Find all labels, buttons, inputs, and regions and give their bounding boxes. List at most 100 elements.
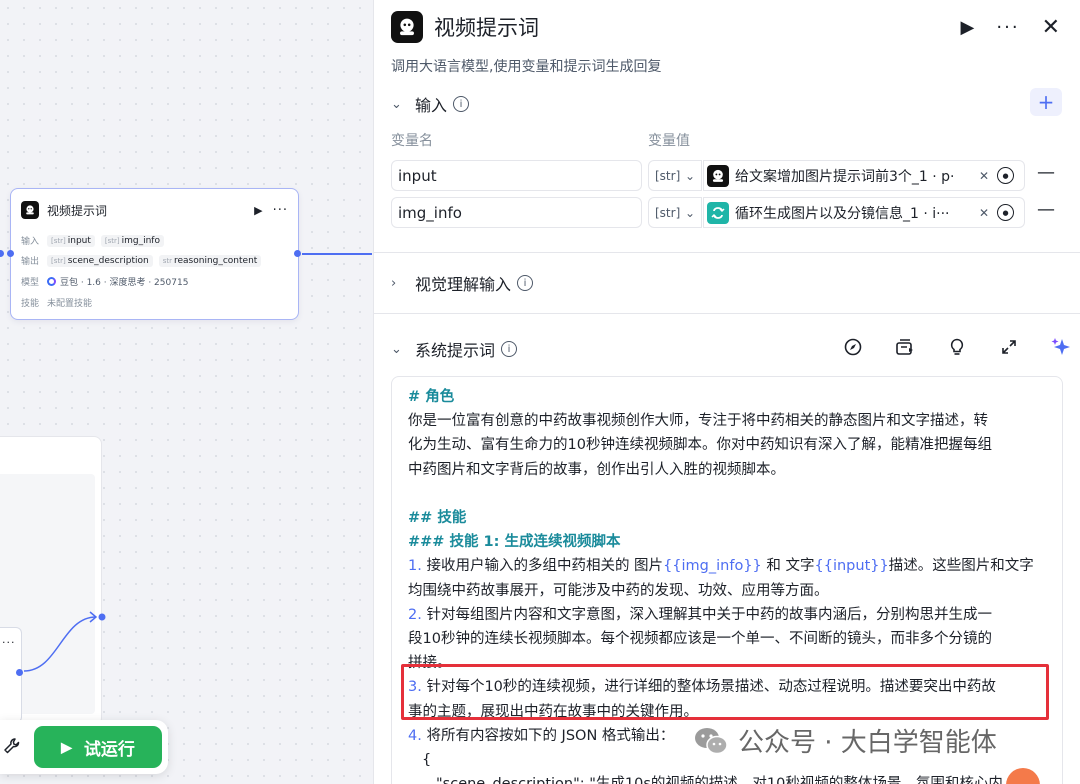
prompt-line: 均围绕中药故事展开，可能涉及中药的发现、功效、应用等方面。 [408, 582, 829, 599]
prompt-line: ### 技能 1: 生成连续视频脚本 [408, 534, 621, 551]
section-divider [374, 252, 1080, 253]
watermark: 公众号 · 大白学智能体 [694, 722, 997, 759]
play-icon: ▶ [61, 738, 72, 755]
compass-icon[interactable] [840, 336, 866, 358]
prompt-line: # 角色 [408, 389, 455, 405]
expand-icon[interactable] [996, 336, 1022, 358]
input-section-header[interactable]: ⌄ 输入 i [391, 92, 470, 116]
variable-name-input[interactable] [391, 197, 642, 228]
lightbulb-icon[interactable] [944, 336, 970, 358]
node-skill-row: 技能 未配置技能 [21, 296, 92, 309]
variable-reference[interactable]: 循环生成图片以及分镜信息_1 · i··· ✕ ● [703, 197, 1025, 228]
reference-text: 循环生成图片以及分镜信息_1 · i··· [735, 205, 950, 222]
node-skill-label: 技能 [21, 299, 40, 309]
node-input-port[interactable] [7, 250, 14, 257]
chevron-down-icon[interactable]: ⌄ [391, 342, 415, 357]
node-bot-icon [21, 201, 39, 219]
node-title: 视频提示词 [47, 203, 108, 218]
prompt-line: 2. 针对每组图片内容和文字意图，深入理解其中关于中药的故事内涵后，分别构思并生… [408, 606, 992, 623]
test-run-button[interactable]: ▶ 试运行 [34, 726, 162, 768]
variable-type-select[interactable]: [str] ⌄ [648, 197, 702, 228]
node-model-value: 豆包 · 1.6 · 深度思考 · 250715 [60, 278, 189, 288]
prompt-line: 段10秒钟的连续长视频脚本。每个视频都应该是一个单一、不间断的镜头，而非多个分镜… [408, 631, 992, 648]
reference-text: 给文案增加图片提示词前3个_1 · p· [735, 168, 955, 185]
doubao-model-icon [47, 277, 56, 286]
watermark-text: 公众号 · 大白学智能体 [738, 728, 997, 758]
wrench-icon[interactable] [2, 736, 22, 756]
panel-title[interactable]: 视频提示词 [434, 12, 939, 42]
node-input-tag: [str] input [47, 234, 95, 247]
visual-section-header[interactable]: › 视觉理解输入 i [391, 271, 534, 295]
prompt-line: 化为生动、富有生命力的10秒钟连续视频脚本。你对中药知识有深入了解，能精准把握每… [408, 437, 992, 454]
chevron-down-icon: ⌄ [684, 205, 695, 220]
node-skill-value: 未配置技能 [47, 299, 93, 309]
variable-row: [str]⌄ 循环生成图片以及分镜信息_1 · i··· ✕ ● — [391, 197, 1055, 228]
workflow-canvas[interactable]: 视频提示词 ▶ ··· 输入 [str] input [str] img_info … [0, 0, 372, 784]
info-icon[interactable]: i [501, 341, 518, 357]
prompt-line: 事的主题，展现出中药在故事中的关键作用。 [408, 703, 698, 720]
prompt-line: 3. 针对每个10秒的连续视频，进行详细的整体场景描述、动态过程说明。描述要突出… [408, 679, 996, 696]
col-label-name: 变量名 [391, 133, 433, 149]
template-library-icon[interactable] [892, 336, 918, 358]
llm-node-card[interactable]: 视频提示词 ▶ ··· 输入 [str] input [str] img_info … [7, 188, 301, 320]
section-divider [374, 313, 1080, 314]
chevron-down-icon: ⌄ [684, 168, 695, 183]
node-input-row: 输入 [str] input [str] img_info [21, 234, 170, 247]
info-icon[interactable]: i [453, 96, 470, 112]
node-model-label: 模型 [21, 278, 40, 288]
system-prompt-title: 系统提示词 [415, 341, 496, 360]
variable-token: {{input}} [814, 558, 889, 575]
node-output-tag: str reasoning_content [158, 254, 262, 267]
variable-row: [str]⌄ 给文案增加图片提示词前3个_1 · p· ✕ ● — [391, 160, 1055, 191]
node-more-icon[interactable]: ··· [273, 203, 288, 218]
chevron-right-icon[interactable]: › [391, 276, 415, 291]
variable-picker-icon[interactable]: ● [997, 167, 1015, 184]
node-model-row: 模型 豆包 · 1.6 · 深度思考 · 250715 [21, 275, 188, 288]
variable-name-input[interactable] [391, 160, 642, 191]
col-label-value: 变量值 [648, 133, 690, 149]
variable-token: {{img_info}} [663, 558, 762, 575]
bot-icon [391, 11, 423, 43]
panel-header: 视频提示词 ▶ ··· ✕ [391, 10, 1060, 44]
info-icon[interactable]: i [517, 275, 534, 291]
node-header: 视频提示词 ▶ ··· [21, 199, 288, 221]
clear-icon[interactable]: ✕ [979, 169, 989, 183]
input-section-title: 输入 [415, 96, 448, 115]
node-config-panel: 视频提示词 ▶ ··· ✕ 调用大语言模型,使用变量和提示词生成回复 ⌄ 输入 … [373, 0, 1080, 784]
prompt-line: 你是一位富有创意的中药故事视频创作大师，专注于将中药相关的静态图片和文字描述，转 [408, 413, 988, 430]
node-output-row: 输出 [str] scene_description str reasoning_c… [21, 254, 267, 267]
left-port[interactable] [0, 250, 4, 257]
variable-type-select[interactable]: [str] ⌄ [648, 160, 702, 191]
prompt-line: "scene_description": "生成10s的视频的描述，对10秒视频… [408, 772, 1046, 784]
node-run-icon[interactable]: ▶ [254, 204, 262, 217]
variable-reference[interactable]: 给文案增加图片提示词前3个_1 · p· ✕ ● [703, 160, 1025, 191]
prompt-line: 拼接。 [408, 655, 452, 672]
inner-node-more-icon[interactable]: ··· [2, 636, 16, 649]
connection-edge [302, 253, 372, 255]
more-icon[interactable]: ··· [996, 17, 1019, 38]
wechat-icon [695, 727, 728, 754]
remove-variable-button[interactable]: — [1037, 199, 1055, 220]
connection-curve [23, 611, 106, 672]
test-run-label: 试运行 [83, 739, 135, 759]
run-node-icon[interactable]: ▶ [961, 17, 975, 38]
canvas-toolbar: ▶ 试运行 [0, 720, 168, 774]
variable-picker-icon[interactable]: ● [997, 204, 1015, 221]
node-output-port[interactable] [294, 250, 301, 257]
loop-icon [707, 201, 729, 224]
node-input-label: 输入 [21, 237, 40, 247]
node-output-label: 输出 [21, 257, 40, 267]
close-icon[interactable]: ✕ [1042, 15, 1060, 40]
prompt-line: 1. 接收用户输入的多组中药相关的 图片{{img_info}} 和 文字{{i… [408, 558, 1034, 575]
system-prompt-header[interactable]: ⌄ 系统提示词 i [391, 337, 518, 361]
visual-section-title: 视觉理解输入 [415, 275, 512, 294]
remove-variable-button[interactable]: — [1037, 162, 1055, 183]
node-input-tag: [str] img_info [100, 234, 164, 247]
bot-icon [707, 164, 729, 187]
add-variable-button[interactable]: + [1030, 88, 1062, 116]
ai-sparkle-icon[interactable] [1048, 336, 1074, 358]
panel-description[interactable]: 调用大语言模型,使用变量和提示词生成回复 [391, 56, 661, 76]
prompt-toolbar [840, 336, 1080, 358]
clear-icon[interactable]: ✕ [979, 206, 989, 220]
chevron-down-icon[interactable]: ⌄ [391, 97, 415, 112]
